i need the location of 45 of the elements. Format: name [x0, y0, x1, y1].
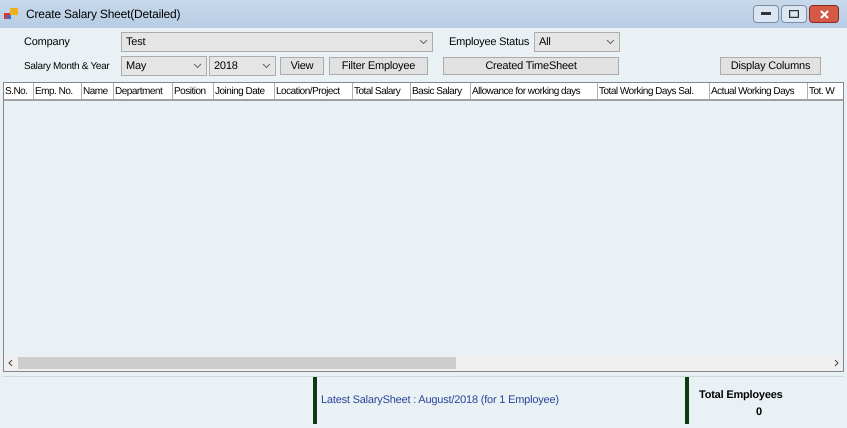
column-header[interactable]: Joining Date: [214, 83, 275, 99]
chevron-down-icon: [262, 63, 271, 69]
month-dropdown[interactable]: May: [121, 56, 207, 76]
combo-value: Test: [126, 34, 146, 50]
employee-status-label: Employee Status: [449, 34, 530, 50]
company-dropdown[interactable]: Test: [121, 32, 433, 52]
year-dropdown[interactable]: 2018: [209, 56, 276, 76]
action-button[interactable]: View: [280, 57, 324, 75]
column-header[interactable]: Department: [114, 83, 173, 99]
company-label: Company: [24, 34, 71, 50]
action-button[interactable]: Filter Employee: [329, 57, 428, 75]
total-employees-count: 0: [755, 404, 763, 420]
column-header[interactable]: Total Salary: [353, 83, 411, 99]
column-header[interactable]: Name: [82, 83, 114, 99]
salary-period-label: Salary Month & Year: [24, 60, 110, 74]
maximize-button[interactable]: [781, 5, 807, 23]
chevron-down-icon: [419, 39, 428, 45]
close-icon: [820, 10, 828, 18]
chevron-down-icon: [193, 63, 202, 69]
scrollbar-thumb[interactable]: [18, 357, 456, 369]
chevron-down-icon: [606, 39, 615, 45]
minimize-button[interactable]: [753, 5, 779, 23]
app-icon: [4, 8, 18, 20]
column-header[interactable]: Position: [173, 83, 214, 99]
column-header[interactable]: Basic Salary: [411, 83, 471, 99]
window-title: Create Salary Sheet(Detailed): [26, 6, 180, 23]
combo-value: May: [126, 58, 146, 74]
combo-value: 2018: [214, 58, 238, 74]
close-button[interactable]: [809, 5, 839, 23]
maximize-icon: [789, 10, 799, 18]
column-header[interactable]: Location/Project: [275, 83, 353, 99]
column-header[interactable]: Allowance for working days: [471, 83, 598, 99]
horizontal-scrollbar[interactable]: [4, 355, 843, 371]
minimize-icon: [761, 12, 771, 16]
action-button[interactable]: Created TimeSheet: [443, 57, 619, 75]
column-header[interactable]: Emp. No.: [34, 83, 82, 99]
latest-salary-sheet-text: Latest SalarySheet : August/2018 (for 1 Employee): [321, 393, 559, 408]
employee-status-dropdown[interactable]: All: [534, 32, 620, 52]
column-header[interactable]: Actual Working Days: [710, 83, 808, 99]
combo-value: All: [539, 34, 551, 50]
column-header[interactable]: S.No.: [4, 83, 34, 99]
action-button[interactable]: Display Columns: [720, 57, 821, 75]
column-header[interactable]: Tot. W: [808, 83, 843, 99]
column-header[interactable]: Total Working Days Sal.: [598, 83, 710, 99]
total-employees-label: Total Employees: [699, 388, 783, 403]
